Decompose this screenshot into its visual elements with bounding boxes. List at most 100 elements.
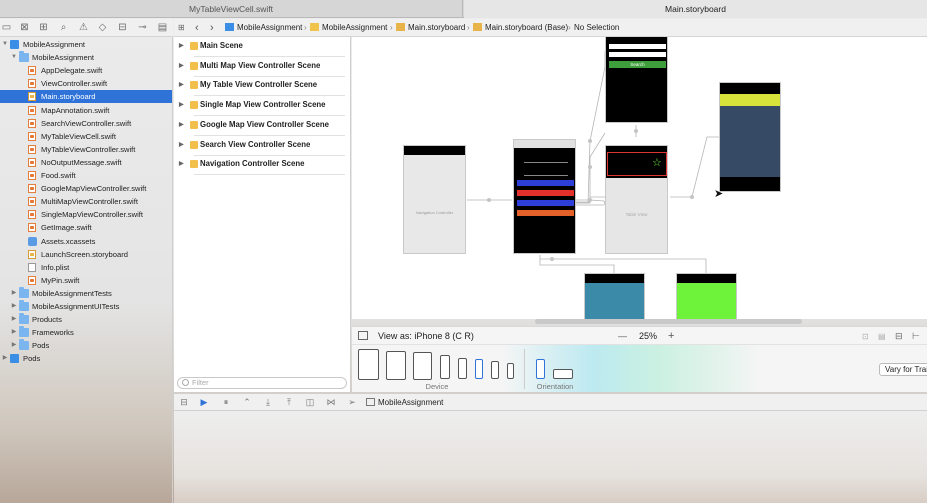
zoom-out-button[interactable]: — <box>618 327 627 345</box>
breadcrumb-folder[interactable]: MobileAssignment <box>310 19 387 37</box>
test-navigator-icon[interactable]: ◇ <box>97 22 108 33</box>
navigator-item[interactable]: ▶ Pods <box>0 339 172 352</box>
storyboard-canvas[interactable]: Navigation Controller Search ☆ Table Vie… <box>352 37 927 319</box>
navigator-item[interactable]: ▶ Products <box>0 313 172 326</box>
navigator-item[interactable]: AppDelegate.swift <box>0 64 172 77</box>
location-icon[interactable]: ➢ <box>347 398 357 407</box>
breakpoints-toggle-icon[interactable]: ▶ <box>199 398 209 407</box>
device-ipad[interactable] <box>413 352 432 380</box>
disclosure-closed-icon[interactable]: ▶ <box>179 57 184 75</box>
disclosure-open-icon[interactable]: ▼ <box>1 38 9 51</box>
zoom-in-button[interactable]: + <box>668 327 674 345</box>
outline-scene-item[interactable]: ▶ My Table View Controller Scene <box>174 76 351 97</box>
debug-navigator-icon[interactable]: ⊟ <box>117 22 128 33</box>
orientation-landscape[interactable] <box>553 369 573 379</box>
device-ipad-pro-12[interactable] <box>358 349 379 380</box>
multi-map-scene[interactable] <box>719 82 781 192</box>
disclosure-open-icon[interactable]: ▼ <box>10 51 18 64</box>
symbol-navigator-icon[interactable]: ⊞ <box>38 22 49 33</box>
device-iphone-8[interactable] <box>475 359 483 379</box>
step-out-icon[interactable]: ⤒ <box>284 398 294 407</box>
breadcrumb-file[interactable]: Main.storyboard <box>396 19 465 37</box>
view-hierarchy-icon[interactable]: ◫ <box>305 398 315 407</box>
disclosure-closed-icon[interactable]: ▶ <box>179 76 184 94</box>
disclosure-closed-icon[interactable]: ▶ <box>179 96 184 114</box>
navigator-item[interactable]: ▶ Frameworks <box>0 326 172 339</box>
forward-arrow-icon[interactable]: › <box>210 19 214 37</box>
outline-scene-item[interactable]: ▶ Search View Controller Scene <box>174 136 351 156</box>
hide-debug-area-icon[interactable]: ⊟ <box>179 398 189 407</box>
back-arrow-icon[interactable]: ‹ <box>195 19 199 37</box>
navigator-item[interactable]: ▶ MobileAssignmentUITests <box>0 300 172 313</box>
device-iphone-8-plus[interactable] <box>440 355 450 379</box>
breadcrumb-base[interactable]: Main.storyboard (Base) <box>473 19 568 37</box>
filter-input[interactable]: Filter <box>177 377 347 389</box>
outline-scene-item[interactable]: ▶ Multi Map View Controller Scene <box>174 57 351 77</box>
breadcrumb-selection[interactable]: No Selection <box>574 19 619 37</box>
device-iphone-se[interactable] <box>491 361 499 379</box>
navigator-item[interactable]: LaunchScreen.storyboard <box>0 248 172 261</box>
navigation-controller-scene[interactable]: Navigation Controller <box>403 145 466 254</box>
outline-toggle-icon[interactable] <box>358 331 368 340</box>
related-items-icon[interactable]: ⊞ <box>178 19 185 37</box>
google-map-scene[interactable] <box>676 273 737 319</box>
navigator-item[interactable]: GetImage.swift <box>0 221 172 234</box>
source-control-icon[interactable]: ⊠ <box>19 22 30 33</box>
memory-graph-icon[interactable]: ⋈ <box>326 398 336 407</box>
disclosure-closed-icon[interactable]: ▶ <box>10 287 18 300</box>
breakpoint-icon[interactable]: ⊸ <box>137 22 148 33</box>
navigator-item[interactable]: Info.plist <box>0 261 172 274</box>
report-navigator-icon[interactable]: ▤ <box>157 22 168 33</box>
search-icon[interactable]: ⌕ <box>58 22 69 33</box>
tab-main-storyboard[interactable]: Main.storyboard <box>464 0 927 18</box>
navigator-item[interactable]: MyTableViewCell.swift <box>0 130 172 143</box>
folder-icon[interactable]: ▭ <box>1 22 12 33</box>
navigator-item[interactable]: Food.swift <box>0 169 172 182</box>
outline-scene-item[interactable]: ▶ Google Map View Controller Scene <box>174 116 351 136</box>
disclosure-closed-icon[interactable]: ▶ <box>179 155 184 173</box>
outline-scene-item[interactable]: ▶ Navigation Controller Scene <box>174 155 351 176</box>
pin-icon[interactable]: ⊢ <box>912 331 920 342</box>
navigator-item[interactable]: ▼ MobileAssignment <box>0 51 172 64</box>
embed-in-stack-icon[interactable]: ▤ <box>878 332 886 341</box>
device-ipad-pro-10[interactable] <box>386 351 406 380</box>
navigator-item[interactable]: MyTableViewController.swift <box>0 143 172 156</box>
update-frames-icon[interactable]: ⊡ <box>862 332 869 341</box>
disclosure-closed-icon[interactable]: ▶ <box>10 300 18 313</box>
device-iphone-4s[interactable] <box>507 363 514 379</box>
navigator-item[interactable]: MultiMapViewController.swift <box>0 195 172 208</box>
main-scene[interactable] <box>513 139 576 254</box>
navigator-item[interactable]: ▶ Pods <box>0 352 172 365</box>
debug-target[interactable]: MobileAssignment <box>366 394 443 412</box>
navigator-item[interactable]: SingleMapViewController.swift <box>0 208 172 221</box>
disclosure-closed-icon[interactable]: ▶ <box>1 352 9 365</box>
disclosure-closed-icon[interactable]: ▶ <box>10 313 18 326</box>
navigator-item[interactable]: SearchViewController.swift <box>0 117 172 130</box>
disclosure-closed-icon[interactable]: ▶ <box>179 37 184 55</box>
table-view-scene[interactable]: ☆ Table View <box>605 145 668 254</box>
navigator-item[interactable]: GoogleMapViewController.swift <box>0 182 172 195</box>
disclosure-closed-icon[interactable]: ▶ <box>179 116 184 134</box>
device-iphone-x[interactable] <box>458 358 467 379</box>
navigator-item[interactable]: MyPin.swift <box>0 274 172 287</box>
navigator-item[interactable]: ▼ MobileAssignment <box>0 38 172 51</box>
step-into-icon[interactable]: ⤓ <box>263 398 273 407</box>
search-scene[interactable]: Search <box>605 37 668 123</box>
navigator-item[interactable]: NoOutputMessage.swift <box>0 156 172 169</box>
navigator-item[interactable]: ViewController.swift <box>0 77 172 90</box>
canvas-horizontal-scrollbar[interactable] <box>535 319 802 324</box>
outline-scene-item[interactable]: ▶ Main Scene <box>174 37 351 57</box>
tab-mytableviewcell[interactable]: MyTableViewCell.swift <box>0 0 463 18</box>
navigator-item[interactable]: Assets.xcassets <box>0 235 172 248</box>
breadcrumb-project[interactable]: MobileAssignment <box>225 19 302 37</box>
align-icon[interactable]: ⊟ <box>895 331 903 342</box>
navigator-item[interactable]: MapAnnotation.swift <box>0 104 172 117</box>
disclosure-closed-icon[interactable]: ▶ <box>179 136 184 154</box>
step-over-icon[interactable]: ⌃ <box>242 398 252 407</box>
disclosure-closed-icon[interactable]: ▶ <box>10 326 18 339</box>
outline-scene-item[interactable]: ▶ Single Map View Controller Scene <box>174 96 351 117</box>
view-as-label[interactable]: View as: iPhone 8 (C R) <box>378 327 474 345</box>
pause-icon[interactable]: ⏸ <box>221 398 231 407</box>
warning-icon[interactable]: ⚠ <box>78 22 89 33</box>
navigator-item[interactable]: ▶ MobileAssignmentTests <box>0 286 172 300</box>
